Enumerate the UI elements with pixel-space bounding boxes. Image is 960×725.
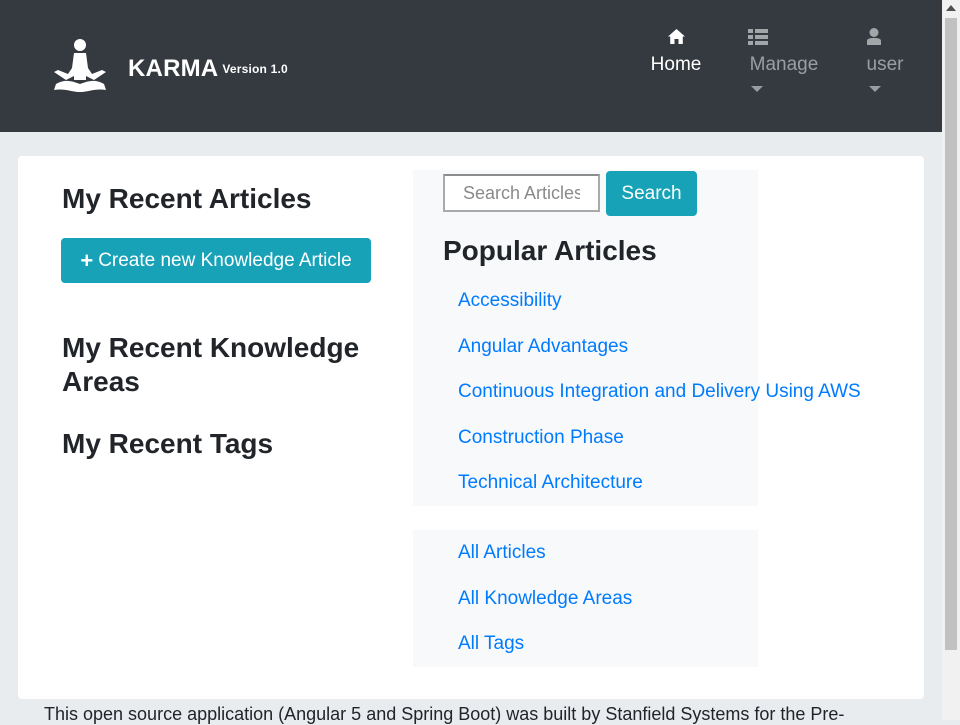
nav-item-user[interactable]: user xyxy=(864,26,906,92)
popular-articles-heading: Popular Articles xyxy=(443,235,657,266)
brand-version: Version 1.0 xyxy=(222,62,288,76)
list-item: All Tags xyxy=(458,621,632,667)
meditation-logo-icon xyxy=(54,39,106,92)
recent-areas-heading-line1: My Recent Knowledge xyxy=(62,332,360,363)
chevron-down-icon xyxy=(869,86,881,92)
brand-logo-link[interactable] xyxy=(52,38,108,96)
page-scrollbar[interactable] xyxy=(942,0,960,720)
search-input[interactable] xyxy=(443,174,600,212)
list-icon xyxy=(748,26,820,48)
popular-articles-list: Accessibility Angular Advantages Continu… xyxy=(458,278,861,506)
recent-areas-heading-line2: Areas xyxy=(62,366,140,397)
all-links-panel: All Articles All Knowledge Areas All Tag… xyxy=(413,530,758,667)
list-item: Continuous Integration and Delivery Usin… xyxy=(458,369,861,415)
list-item: Accessibility xyxy=(458,278,861,324)
main-card: My Recent Articles + Create new Knowledg… xyxy=(18,156,924,699)
scroll-up-arrow-icon[interactable] xyxy=(946,5,956,11)
chevron-down-icon xyxy=(751,86,763,92)
popular-article-link[interactable]: Continuous Integration and Delivery Usin… xyxy=(458,381,861,402)
nav-label-manage: Manage xyxy=(749,54,819,75)
nav-label-user: user xyxy=(866,54,904,75)
list-item: All Knowledge Areas xyxy=(458,576,632,622)
brand-name: KARMA xyxy=(128,55,219,82)
nav-label-home: Home xyxy=(650,54,702,75)
all-links-list: All Articles All Knowledge Areas All Tag… xyxy=(458,530,632,667)
popular-article-link[interactable]: Technical Architecture xyxy=(458,472,643,493)
user-icon xyxy=(864,26,906,48)
list-item: Construction Phase xyxy=(458,415,861,461)
list-item: All Articles xyxy=(458,530,632,576)
all-articles-link[interactable]: All Articles xyxy=(458,542,546,563)
plus-icon: + xyxy=(80,247,94,273)
popular-article-link[interactable]: Angular Advantages xyxy=(458,336,628,357)
brand-title[interactable]: KARMA Version 1.0 xyxy=(128,55,288,83)
nav-item-manage[interactable]: Manage xyxy=(748,26,820,92)
create-article-label: Create new Knowledge Article xyxy=(98,249,352,271)
footer-description: This open source application (Angular 5 … xyxy=(44,704,845,724)
search-button[interactable]: Search xyxy=(606,171,697,216)
recent-articles-heading: My Recent Articles xyxy=(62,183,312,214)
navbar: KARMA Version 1.0 Home Manage user xyxy=(0,0,942,132)
create-article-button[interactable]: + Create new Knowledge Article xyxy=(61,238,371,283)
home-icon xyxy=(650,26,702,48)
list-item: Technical Architecture xyxy=(458,460,861,506)
popular-articles-panel: Search Popular Articles Accessibility An… xyxy=(413,170,861,506)
popular-article-link[interactable]: Construction Phase xyxy=(458,427,624,448)
scrollbar-thumb[interactable] xyxy=(945,18,957,650)
list-item: Angular Advantages xyxy=(458,324,861,370)
all-tags-link[interactable]: All Tags xyxy=(458,633,524,654)
nav-item-home[interactable]: Home xyxy=(650,26,702,76)
recent-tags-heading: My Recent Tags xyxy=(62,428,274,459)
recent-knowledge-areas-heading: My Recent Knowledge Areas xyxy=(62,331,359,399)
popular-article-link[interactable]: Accessibility xyxy=(458,290,561,311)
all-knowledge-areas-link[interactable]: All Knowledge Areas xyxy=(458,588,632,609)
